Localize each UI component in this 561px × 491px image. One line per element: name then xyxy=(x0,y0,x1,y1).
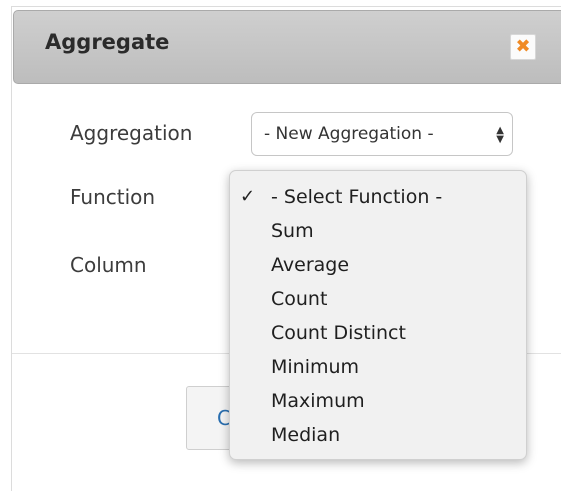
dropdown-option[interactable]: Count Distinct xyxy=(230,319,526,353)
updown-arrows-icon: ▲ ▼ xyxy=(496,124,504,145)
option-label: Average xyxy=(271,254,350,276)
option-label: Count xyxy=(271,288,328,310)
column-label: Column xyxy=(70,253,147,277)
option-label: Minimum xyxy=(271,356,360,378)
close-icon[interactable]: ✖ xyxy=(510,34,536,60)
option-label: Count Distinct xyxy=(271,322,406,344)
dropdown-option[interactable]: Maximum xyxy=(230,387,526,421)
function-label: Function xyxy=(70,185,156,209)
dialog-title: Aggregate xyxy=(45,30,170,54)
function-dropdown-menu[interactable]: ✓ - Select Function - Sum Average Count … xyxy=(229,170,527,460)
aggregation-select-value: - New Aggregation - xyxy=(264,124,434,144)
dropdown-option[interactable]: ✓ - Select Function - xyxy=(230,183,526,217)
dropdown-option[interactable]: Count xyxy=(230,285,526,319)
checkmark-icon: ✓ xyxy=(240,186,256,207)
dropdown-option[interactable]: Median xyxy=(230,421,526,455)
aggregation-select[interactable]: - New Aggregation - ▲ ▼ xyxy=(251,112,513,156)
option-label: Maximum xyxy=(271,390,365,412)
aggregation-label: Aggregation xyxy=(70,121,193,145)
dropdown-option[interactable]: Minimum xyxy=(230,353,526,387)
dropdown-option[interactable]: Average xyxy=(230,251,526,285)
option-label: - Select Function - xyxy=(271,186,443,208)
dropdown-option[interactable]: Sum xyxy=(230,217,526,251)
option-label: Median xyxy=(271,424,341,446)
option-label: Sum xyxy=(271,220,314,242)
